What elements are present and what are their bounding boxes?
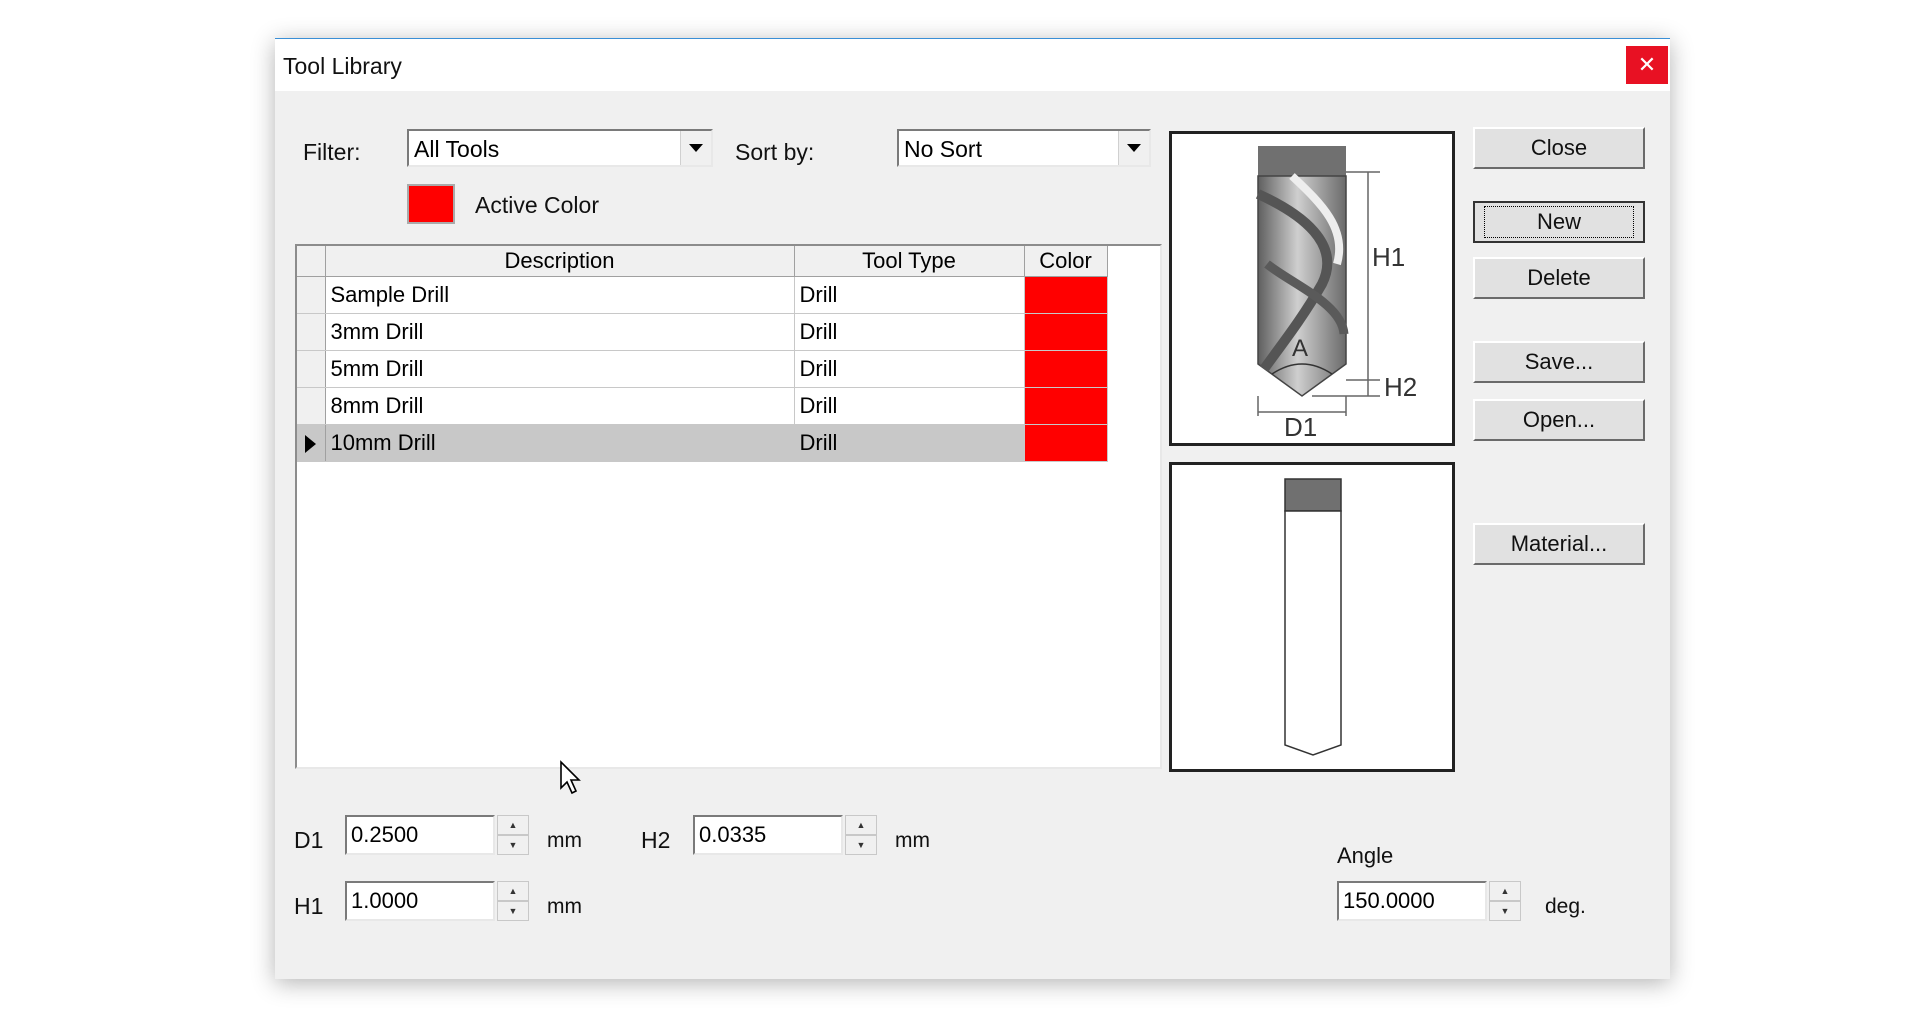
tool-library-dialog: Tool Library ✕ Filter: All Tools Sort by… [275,38,1670,979]
sort-value: No Sort [904,136,982,162]
table-row-selected[interactable]: 10mm Drill Drill [297,424,1108,462]
column-header-tool-type[interactable]: Tool Type [794,246,1025,277]
h1-input[interactable]: 1.0000 [345,881,495,921]
row-header[interactable] [297,424,326,462]
dimension-angle-label: A [1292,335,1308,362]
row-header[interactable] [297,387,326,425]
dimension-h2-label: H2 [1384,372,1417,402]
row-header[interactable] [297,313,326,351]
h1-value: 1.0000 [351,888,419,913]
column-header-color[interactable]: Color [1024,246,1108,277]
close-window-button[interactable]: ✕ [1626,46,1668,84]
tool-type-cell[interactable]: Drill [794,276,1025,314]
row-header[interactable] [297,350,326,388]
tool-type-cell[interactable]: Drill [794,313,1025,351]
d1-input[interactable]: 0.2500 [345,815,495,855]
tool-type-cell[interactable]: Drill [794,424,1025,462]
angle-value: 150.0000 [1343,888,1435,913]
color-cell[interactable] [1024,313,1108,351]
table-row[interactable]: 5mm Drill Drill [297,350,1108,388]
color-cell[interactable] [1024,387,1108,425]
drill-diagram-svg: H1 H2 D1 A [1255,146,1417,442]
sort-dropdown-arrow[interactable] [1118,131,1149,165]
description-cell[interactable]: 10mm Drill [325,424,795,462]
column-header-description[interactable]: Description [325,246,795,277]
angle-spinner[interactable]: ▲ ▼ [1489,881,1521,921]
h2-unit: mm [895,829,930,852]
new-button[interactable]: New [1473,201,1645,243]
d1-value: 0.2500 [351,822,419,847]
tool-table: Description Tool Type Color Sample Drill… [295,244,1162,769]
spin-down-icon[interactable]: ▼ [497,901,529,921]
d1-unit: mm [547,829,582,852]
color-cell[interactable] [1024,276,1108,314]
window-title: Tool Library [283,53,402,79]
material-button[interactable]: Material... [1473,523,1645,565]
angle-label: Angle [1337,843,1394,868]
description-cell[interactable]: 5mm Drill [325,350,795,388]
table-row[interactable]: 3mm Drill Drill [297,313,1108,351]
dimension-d1-label: D1 [1284,412,1317,442]
drill-profile-preview [1169,462,1455,772]
color-cell[interactable] [1024,350,1108,388]
d1-spinner[interactable]: ▲ ▼ [497,815,529,855]
spin-up-icon[interactable]: ▲ [497,815,529,835]
angle-unit: deg. [1545,895,1586,918]
dimension-h1-label: H1 [1372,242,1405,272]
filter-value: All Tools [414,136,500,162]
h1-unit: mm [547,895,582,918]
description-cell[interactable]: 8mm Drill [325,387,795,425]
title-bar: Tool Library ✕ [275,39,1670,91]
h2-value: 0.0335 [699,822,767,847]
open-button[interactable]: Open... [1473,399,1645,441]
table-row[interactable]: 8mm Drill Drill [297,387,1108,425]
current-row-pointer-icon [305,435,317,454]
tool-type-cell[interactable]: Drill [794,350,1025,388]
h2-spinner[interactable]: ▲ ▼ [845,815,877,855]
new-button-label: New [1483,206,1634,238]
spin-up-icon[interactable]: ▲ [845,815,877,835]
d1-label: D1 [294,827,324,853]
description-cell[interactable]: Sample Drill [325,276,795,314]
tool-grid: Description Tool Type Color Sample Drill… [297,246,1108,462]
filter-dropdown[interactable]: All Tools [407,129,713,167]
sort-dropdown[interactable]: No Sort [897,129,1151,167]
mouse-cursor-icon [560,760,581,795]
active-color-swatch[interactable] [407,184,455,224]
row-header-corner [297,246,326,277]
h1-spinner[interactable]: ▲ ▼ [497,881,529,921]
chevron-down-icon [689,144,703,152]
chevron-down-icon [1127,144,1141,152]
spin-up-icon[interactable]: ▲ [1489,881,1521,901]
angle-input[interactable]: 150.0000 [1337,881,1487,921]
active-color-label: Active Color [475,192,599,218]
h2-label: H2 [641,827,671,853]
save-button[interactable]: Save... [1473,341,1645,383]
row-header[interactable] [297,276,326,314]
table-row[interactable]: Sample Drill Drill [297,276,1108,314]
close-icon: ✕ [1637,52,1657,77]
delete-button[interactable]: Delete [1473,257,1645,299]
filter-label: Filter: [303,139,361,165]
tool-type-cell[interactable]: Drill [794,387,1025,425]
spin-down-icon[interactable]: ▼ [845,835,877,855]
close-button[interactable]: Close [1473,127,1645,169]
h2-input[interactable]: 0.0335 [693,815,843,855]
spin-down-icon[interactable]: ▼ [1489,901,1521,921]
h1-label: H1 [294,893,324,919]
description-cell[interactable]: 3mm Drill [325,313,795,351]
filter-dropdown-arrow[interactable] [680,131,711,165]
drill-dimension-diagram: H1 H2 D1 A [1169,131,1455,446]
drill-profile-svg [1284,478,1342,756]
spin-up-icon[interactable]: ▲ [497,881,529,901]
sort-label: Sort by: [735,139,815,165]
spin-down-icon[interactable]: ▼ [497,835,529,855]
color-cell[interactable] [1024,424,1108,462]
table-header-row: Description Tool Type Color [297,246,1108,277]
